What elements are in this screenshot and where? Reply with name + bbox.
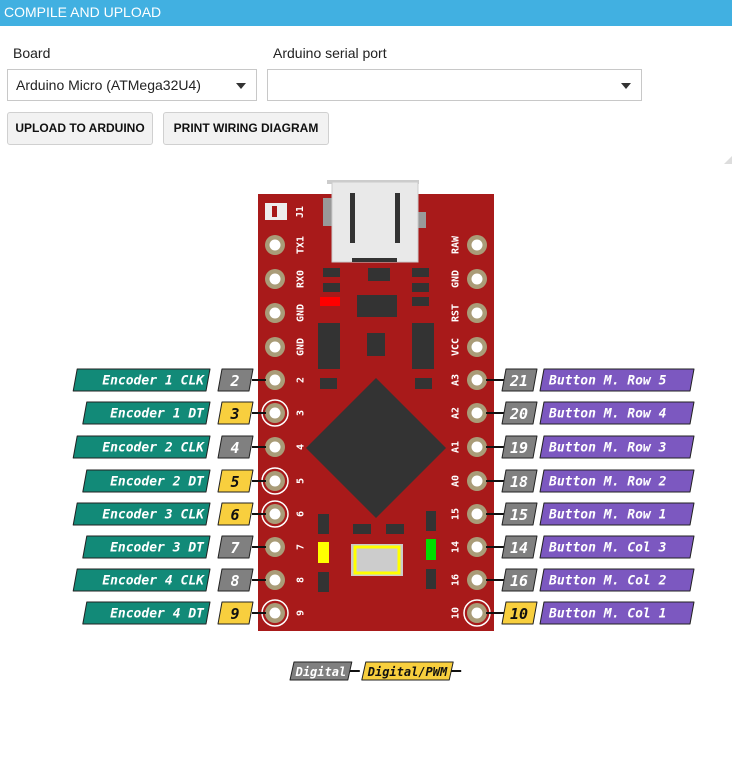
pin-right-10: 10 10 Button M. Col 1 <box>451 599 695 627</box>
pin-hole <box>269 607 281 619</box>
function-text: Button M. Row 1 <box>548 508 666 523</box>
function-text: Button M. Row 4 <box>548 407 667 422</box>
pin-number: 18 <box>510 473 528 491</box>
function-text: Button M. Col 1 <box>548 607 666 622</box>
pin-name: GND <box>296 304 307 322</box>
usb-connector <box>323 180 426 263</box>
pin-number: 19 <box>510 439 528 457</box>
pin-name: 4 <box>296 444 307 450</box>
pin-hole <box>471 475 483 487</box>
pin-number: 20 <box>509 405 528 423</box>
pin-name: RAW <box>451 235 462 254</box>
function-text: Button M. Row 5 <box>548 374 667 389</box>
pin-hole <box>269 341 281 353</box>
pin-hole <box>269 475 281 487</box>
function-text: Encoder 1 CLK <box>102 374 205 389</box>
function-text: Button M. Row 2 <box>548 475 667 490</box>
pin-left-5: 5 5 Encoder 2 DT <box>82 467 307 495</box>
pin-hole <box>269 541 281 553</box>
pin-hole <box>471 239 483 251</box>
pin-name: 7 <box>296 544 307 550</box>
pin-name: A0 <box>451 475 462 487</box>
pin-number: 10 <box>510 605 528 623</box>
pin-name: RX0 <box>296 270 307 288</box>
jumper-label: J1 <box>295 206 306 218</box>
pin-left-7: 7 7 Encoder 3 DT <box>82 535 307 559</box>
pin-name: RST <box>451 304 462 322</box>
pin-name: 16 <box>451 574 462 586</box>
pin-left-3: 3 3 Encoder 1 DT <box>82 399 307 427</box>
pin-name: 10 <box>451 607 462 619</box>
pin-name: 15 <box>451 508 462 520</box>
pin-left-2: 2 2 Encoder 1 CLK <box>72 368 307 392</box>
pin-hole <box>269 441 281 453</box>
function-text: Button M. Row 3 <box>548 441 667 456</box>
pin-number: 5 <box>230 473 239 491</box>
pin-number: 21 <box>509 372 528 390</box>
pin-hole <box>269 239 281 251</box>
pin-number: 9 <box>230 605 239 623</box>
pin-number: 2 <box>229 372 239 390</box>
pin-left-8: 8 8 Encoder 4 CLK <box>72 568 307 592</box>
pin-name: VCC <box>451 338 462 356</box>
pin-left-9: 9 9 Encoder 4 DT <box>82 599 307 627</box>
pin-hole <box>471 541 483 553</box>
pin-number: 15 <box>510 506 528 524</box>
pin-name: 8 <box>296 577 307 583</box>
pin-hole <box>471 607 483 619</box>
pin-hole <box>471 273 483 285</box>
legend-label: Digital <box>295 665 347 679</box>
function-text: Encoder 4 DT <box>110 607 205 622</box>
pin-name: 9 <box>296 610 307 616</box>
function-text: Encoder 1 DT <box>110 407 205 422</box>
pin-left-6: 6 6 Encoder 3 CLK <box>72 500 307 528</box>
pin-number: 7 <box>230 539 239 557</box>
pin-hole <box>269 273 281 285</box>
pin-hole <box>269 508 281 520</box>
pin-name: 5 <box>296 478 307 484</box>
function-text: Encoder 4 CLK <box>102 574 205 589</box>
pin-number: 8 <box>230 572 239 590</box>
legend-digital: Digital <box>289 661 360 681</box>
pin-hole <box>471 441 483 453</box>
pin-name: GND <box>451 270 462 288</box>
pin-name: 6 <box>296 511 307 517</box>
pin-name: 3 <box>296 410 307 416</box>
pin-name: GND <box>296 338 307 356</box>
pin-number: 14 <box>510 539 528 557</box>
pin-number: 16 <box>510 572 528 590</box>
function-text: Encoder 3 CLK <box>102 508 205 523</box>
pin-name: A2 <box>451 407 462 419</box>
pin-number: 6 <box>230 506 239 524</box>
pin-name: A3 <box>451 374 462 386</box>
pin-hole <box>471 307 483 319</box>
function-text: Encoder 2 DT <box>110 475 205 490</box>
function-text: Encoder 2 CLK <box>102 441 205 456</box>
legend-pwm: Digital/PWM <box>361 661 462 681</box>
pin-hole <box>471 341 483 353</box>
pin-name: 2 <box>296 377 307 383</box>
pin-name: A1 <box>451 441 462 453</box>
pin-hole <box>269 307 281 319</box>
legend-label: Digital/PWM <box>367 665 448 679</box>
pin-number: 3 <box>229 405 239 423</box>
pin-name: 14 <box>451 541 462 553</box>
pin-left-4: 4 4 Encoder 2 CLK <box>72 435 307 459</box>
pin-hole <box>471 574 483 586</box>
pin-hole <box>471 508 483 520</box>
pin-hole <box>471 374 483 386</box>
function-text: Button M. Col 3 <box>548 541 667 556</box>
wiring-diagram: J1 TX1 RX0 GND GND 2 2 Encoder 1 CLK 3 3 Encoder … <box>72 180 695 681</box>
pin-hole <box>471 407 483 419</box>
pin-number: 4 <box>230 439 239 457</box>
pin-hole <box>269 574 281 586</box>
pin-name: TX1 <box>296 236 307 254</box>
pin-hole <box>269 374 281 386</box>
function-text: Encoder 3 DT <box>110 541 205 556</box>
pin-hole <box>269 407 281 419</box>
function-text: Button M. Col 2 <box>548 574 667 589</box>
